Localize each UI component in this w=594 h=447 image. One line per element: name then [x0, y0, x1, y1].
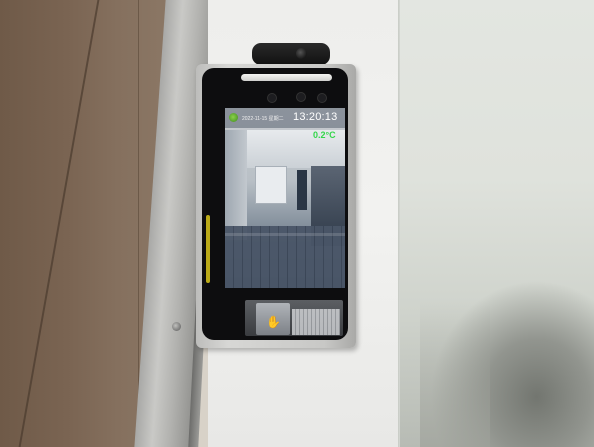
leaf-logo-icon — [229, 113, 238, 122]
screw — [172, 322, 181, 331]
camera-feed-wall — [225, 130, 247, 240]
hand-icon: ✋ — [266, 315, 281, 329]
status-date: 2022-11-15 星期二 — [242, 116, 284, 122]
camera-feed-door — [297, 170, 307, 210]
sensor-icon — [296, 92, 306, 102]
sensor-icon — [267, 93, 277, 103]
camera-feed-stripe — [225, 233, 345, 236]
temperature-reading: 0.2°C — [313, 130, 336, 140]
led-strip — [241, 74, 332, 81]
status-time: 13:20:13 — [293, 111, 338, 123]
terminal-screen[interactable]: 2022-11-15 星期二 13:20:13 0.2°C — [225, 108, 345, 288]
camera-module — [252, 43, 330, 65]
photo-scene: 2022-11-15 星期二 13:20:13 0.2°C ✋ — [0, 0, 594, 447]
camera-lens-icon — [296, 48, 307, 59]
sensor-icon — [317, 93, 327, 103]
reader-reflection — [292, 309, 340, 335]
wood-grain — [18, 0, 100, 447]
camera-feed-window — [255, 166, 287, 204]
side-accent — [206, 215, 210, 283]
glass-reflection — [420, 300, 490, 447]
